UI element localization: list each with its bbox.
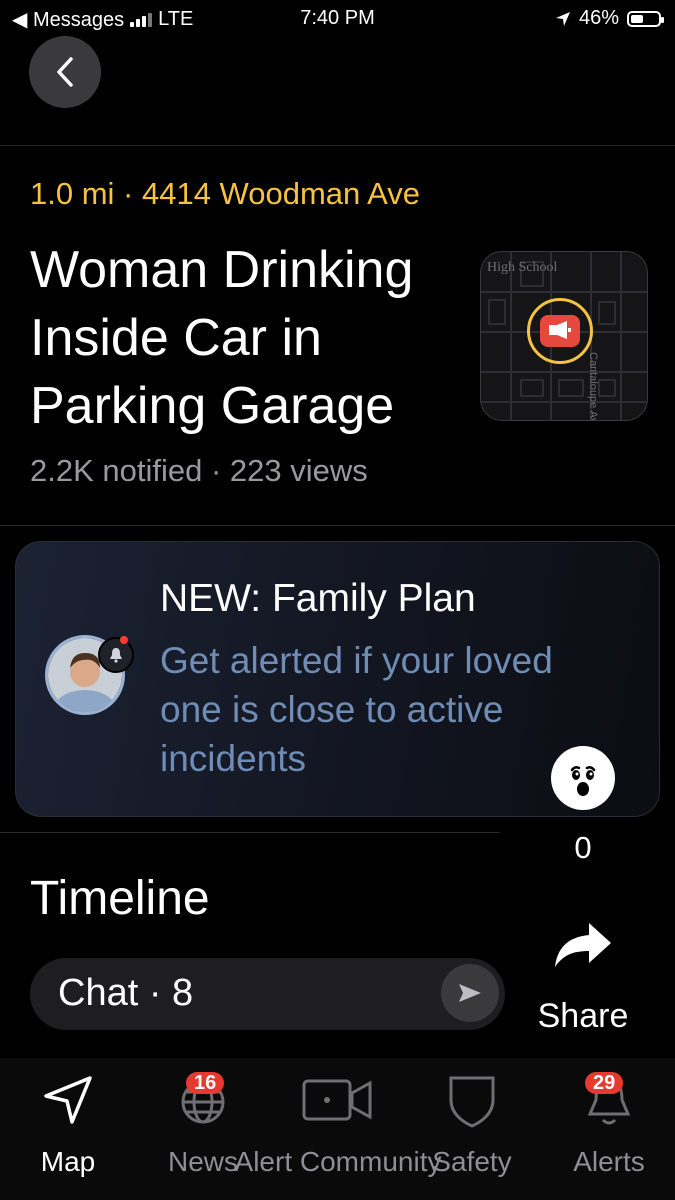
battery-percent: 46% <box>578 7 619 29</box>
shocked-face-icon <box>570 766 596 796</box>
navigation-arrow-icon <box>44 1076 92 1124</box>
alerts-count-badge: 29 <box>585 1072 624 1094</box>
tab-label: Safety <box>432 1146 512 1177</box>
promo-subtitle: Get alerted if your loved one is close t… <box>160 640 553 779</box>
shield-icon <box>449 1076 495 1128</box>
tab-label: Alerts <box>573 1146 645 1177</box>
divider <box>0 832 500 833</box>
incident-map-thumbnail[interactable]: High School Cantaloupe Ave <box>480 251 648 421</box>
divider <box>0 145 675 146</box>
map-street-label: Cantaloupe Ave <box>587 352 599 421</box>
incident-stats: 2.2K notified · 223 views <box>30 453 368 488</box>
location-arrow-icon <box>555 11 570 26</box>
incident-title: Woman Drinking Inside Car in Parking Gar… <box>30 241 414 435</box>
bell-icon <box>98 637 134 673</box>
status-bar: ◀ Messages LTE 7:40 PM 46% <box>0 0 675 40</box>
tab-safety[interactable]: Safety <box>426 1068 518 1178</box>
map-label: High School <box>487 260 558 275</box>
reaction-count: 0 <box>574 830 592 865</box>
incident-distance-address: 1.0 mi · 4414 Woodman Ave <box>30 176 421 211</box>
chevron-left-icon <box>57 57 73 87</box>
tab-alert-community[interactable]: Alert Community <box>228 1068 448 1178</box>
incident-pin <box>527 298 593 364</box>
tab-label: Map <box>40 1146 96 1177</box>
send-icon <box>459 984 481 1002</box>
divider <box>0 525 675 526</box>
tab-map[interactable]: Map <box>30 1068 106 1178</box>
share-button[interactable]: Share <box>520 997 646 1036</box>
notification-dot <box>120 636 128 644</box>
promo-title: NEW: Family Plan <box>160 577 476 620</box>
chat-label: Chat · 8 <box>58 972 194 1014</box>
tab-label: Alert Community <box>234 1146 442 1177</box>
video-camera-icon <box>302 1079 372 1121</box>
send-button[interactable] <box>441 964 499 1022</box>
back-button[interactable] <box>29 36 101 108</box>
news-count-badge: 16 <box>186 1072 225 1094</box>
timeline-heading: Timeline <box>30 872 210 925</box>
megaphone-icon <box>540 315 580 347</box>
battery-icon <box>627 10 664 27</box>
reaction-button[interactable] <box>551 746 615 810</box>
share-arrow-icon[interactable] <box>551 919 615 971</box>
